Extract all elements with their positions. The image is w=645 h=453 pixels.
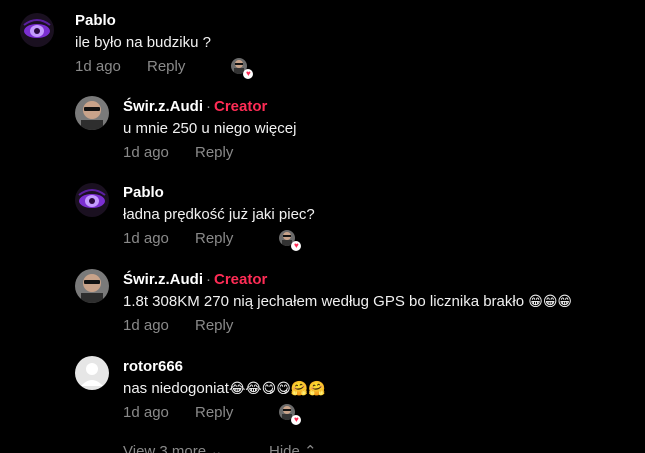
rotor-avatar[interactable]	[75, 356, 109, 390]
comment-author[interactable]: Pablo	[75, 12, 249, 30]
comment-time: 1d ago	[123, 144, 169, 161]
reply-button[interactable]: Reply	[195, 404, 233, 422]
swir-avatar[interactable]	[75, 96, 109, 130]
reply-button[interactable]: Reply	[195, 317, 233, 335]
liked-by-creator-badge: ♥	[231, 58, 254, 79]
comment-text: ładna prędkość już jaki piec?	[123, 206, 315, 223]
liked-by-creator-badge: ♥	[279, 230, 302, 251]
reply-button[interactable]: Reply	[147, 58, 185, 76]
comment-author[interactable]: rotor666	[123, 358, 326, 376]
hide-replies-button[interactable]: Hide ⌃	[269, 442, 317, 453]
heart-icon: ♥	[291, 415, 302, 425]
reply-button[interactable]: Reply	[195, 230, 233, 248]
pablo-avatar[interactable]	[20, 13, 54, 47]
comment-author[interactable]: Pablo	[123, 184, 315, 202]
swir-avatar[interactable]	[75, 269, 109, 303]
heart-icon: ♥	[291, 241, 302, 251]
heart-icon: ♥	[243, 69, 254, 79]
comment-time: 1d ago	[123, 317, 169, 334]
comment-time: 1d ago	[75, 58, 121, 75]
comment-text: nas niedogoniat😂😂😋😋🤗🤗	[123, 380, 326, 397]
comment-text: 1.8t 308KM 270 nią jechałem według GPS b…	[123, 293, 573, 310]
comment-author-row: Świr.z.Audi · Creator	[123, 98, 296, 116]
emoji-text: 😁😁😁	[528, 294, 573, 310]
liked-by-creator-badge: ♥	[279, 404, 302, 425]
comment-time: 1d ago	[123, 230, 169, 247]
creator-label: Creator	[214, 98, 268, 115]
pablo-avatar[interactable]	[75, 183, 109, 217]
comment-text: ile było na budziku ?	[75, 34, 211, 51]
comment-author[interactable]: Świr.z.Audi	[123, 98, 203, 115]
comment-time: 1d ago	[123, 404, 169, 421]
replies-controls: View 3 more ⌄ Hide ⌃	[123, 442, 317, 453]
comment-text: u mnie 250 u niego więcej	[123, 120, 297, 137]
reply-button[interactable]: Reply	[195, 144, 233, 162]
view-more-replies-button[interactable]: View 3 more ⌄	[123, 442, 269, 453]
emoji-text: 😂😂😋😋🤗🤗	[228, 381, 326, 397]
creator-label: Creator	[214, 271, 268, 288]
separator: ·	[206, 271, 212, 288]
comment-author[interactable]: Świr.z.Audi	[123, 271, 203, 288]
comment-author-row: Świr.z.Audi · Creator	[123, 271, 572, 289]
separator: ·	[206, 98, 212, 115]
